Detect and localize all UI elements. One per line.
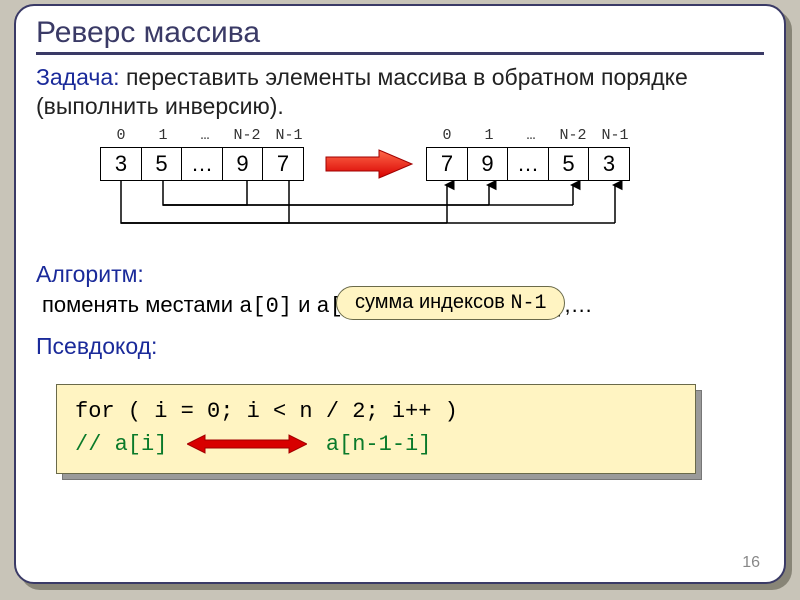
idx: 1: [468, 127, 510, 147]
cell: 7: [426, 147, 468, 181]
idx: 1: [142, 127, 184, 147]
t: // a[i]: [75, 432, 181, 457]
array-diagram: 0 1 … N-2 N-1 3 5 … 9 7: [36, 127, 764, 257]
pseudocode-label: Псевдокод:: [36, 333, 764, 360]
cell: 9: [222, 147, 264, 181]
cell: 3: [100, 147, 142, 181]
idx: N-2: [552, 127, 594, 147]
idx: …: [184, 127, 226, 147]
algorithm-label: Алгоритм:: [36, 261, 764, 288]
code-content: for ( i = 0; i < n / 2; i++ ) // a[i] a[…: [56, 384, 696, 474]
t: ,…: [565, 292, 593, 317]
task-label: Задача:: [36, 64, 120, 90]
page-title: Реверс массива: [36, 16, 764, 55]
idx: 0: [100, 127, 142, 147]
code-block: for ( i = 0; i < n / 2; i++ ) // a[i] a[…: [56, 384, 696, 474]
cell: 3: [588, 147, 630, 181]
array-before: 0 1 … N-2 N-1 3 5 … 9 7: [100, 127, 310, 181]
t: сумма индексов: [355, 291, 510, 313]
t: a[n-1-i]: [326, 432, 432, 457]
code: N-1: [510, 292, 546, 315]
task-text: переставить элементы массива в обратном …: [36, 64, 688, 119]
idx: N-2: [226, 127, 268, 147]
task-description: Задача: переставить элементы массива в о…: [36, 63, 764, 121]
code-line: for ( i = 0; i < n / 2; i++ ): [75, 395, 677, 428]
cell: 5: [548, 147, 590, 181]
right-arrow-icon: [324, 149, 414, 179]
t: поменять местами: [42, 292, 239, 317]
cell: …: [507, 147, 549, 181]
page-number: 16: [742, 554, 760, 572]
idx: N-1: [594, 127, 636, 147]
double-arrow-icon: [187, 434, 307, 454]
array-after: 0 1 … N-2 N-1 7 9 … 5 3: [426, 127, 636, 181]
cell: 7: [262, 147, 304, 181]
idx: …: [510, 127, 552, 147]
idx: 0: [426, 127, 468, 147]
cell: …: [181, 147, 223, 181]
idx: N-1: [268, 127, 310, 147]
callout-sum-indices: сумма индексов N-1: [336, 286, 565, 320]
cell: 5: [141, 147, 183, 181]
cell: 9: [467, 147, 509, 181]
t: и: [292, 292, 317, 317]
code: a[0]: [239, 294, 292, 319]
code-line: // a[i] a[n-1-i]: [75, 428, 677, 461]
